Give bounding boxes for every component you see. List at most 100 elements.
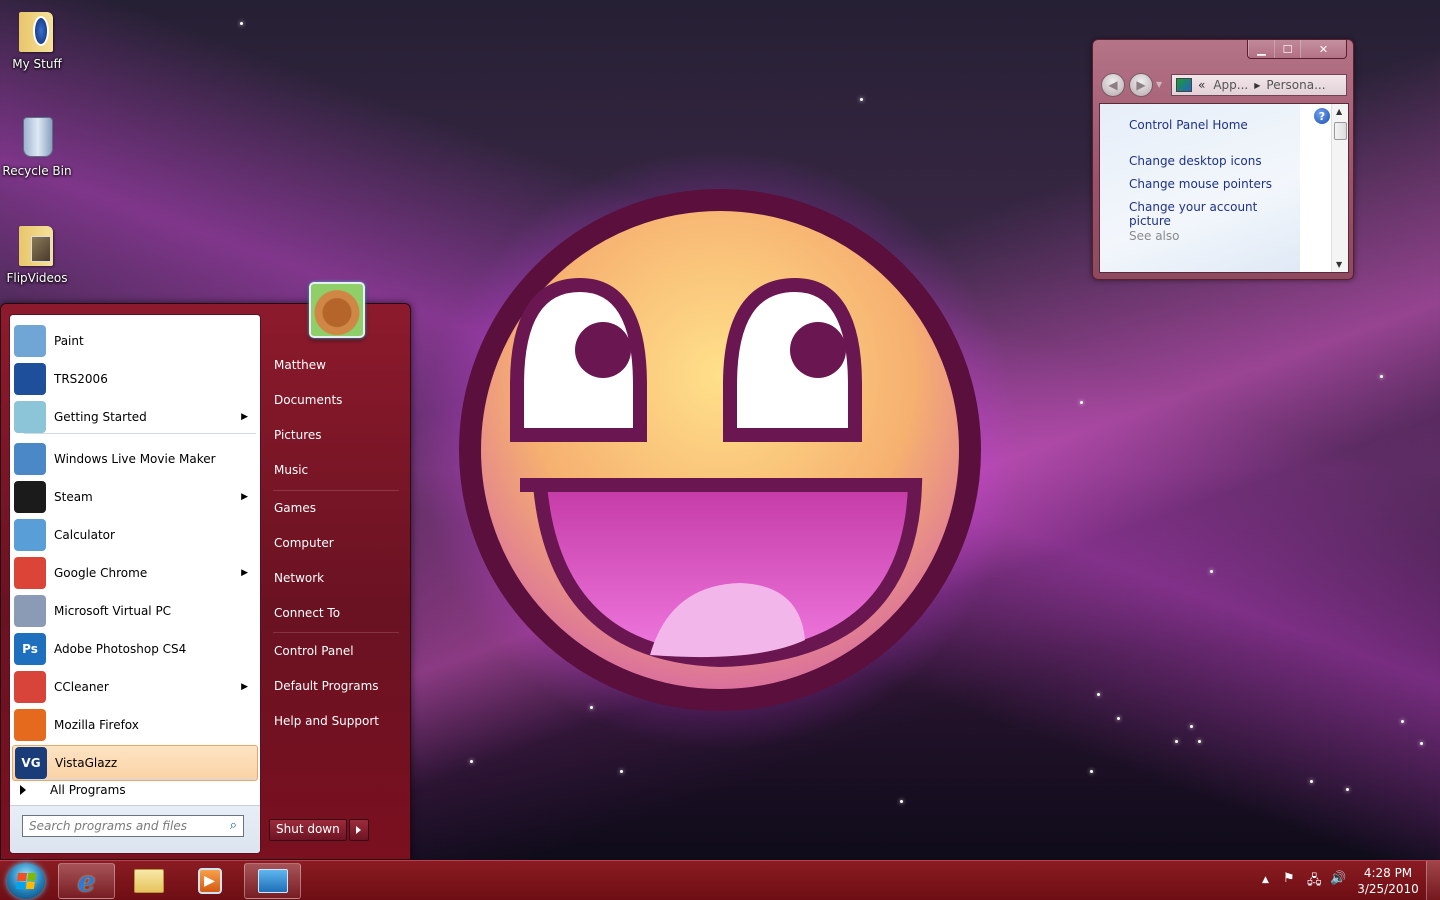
link-change-desktop-icons[interactable]: Change desktop icons bbox=[1129, 154, 1262, 168]
link-change-mouse-pointers[interactable]: Change mouse pointers bbox=[1129, 177, 1272, 191]
forward-button[interactable]: ▶ bbox=[1129, 73, 1153, 97]
start-link-help-and-support[interactable]: Help and Support bbox=[274, 714, 379, 728]
clock[interactable]: 4:28 PM 3/25/2010 bbox=[1350, 865, 1426, 897]
breadcrumb-overflow[interactable]: « bbox=[1198, 78, 1205, 92]
start-menu: Paint TRS2006 Getting Started ▶ Windows Live… bbox=[0, 282, 411, 860]
scroll-thumb[interactable] bbox=[1334, 122, 1347, 140]
star bbox=[240, 22, 243, 25]
start-link-matthew[interactable]: Matthew bbox=[274, 358, 326, 372]
program-label: Microsoft Virtual PC bbox=[54, 604, 172, 618]
search-placeholder: Search programs and files bbox=[29, 819, 187, 833]
program-item[interactable]: Mozilla Firefox bbox=[12, 707, 258, 743]
program-label: Steam bbox=[54, 490, 93, 504]
minimize-button[interactable]: ▁ bbox=[1248, 40, 1274, 58]
submenu-arrow-icon[interactable]: ▶ bbox=[241, 412, 248, 422]
breadcrumb-separator-icon: ▶ bbox=[1254, 80, 1261, 90]
search-icon[interactable]: ⌕ bbox=[230, 818, 237, 833]
arrow-right-icon bbox=[356, 826, 362, 834]
program-label: Getting Started bbox=[54, 410, 147, 424]
start-link-network[interactable]: Network bbox=[274, 571, 324, 585]
start-link-computer[interactable]: Computer bbox=[274, 536, 334, 550]
movie-maker-icon bbox=[14, 443, 46, 475]
star bbox=[1117, 717, 1120, 720]
star bbox=[1175, 740, 1178, 743]
start-link-games[interactable]: Games bbox=[274, 501, 316, 515]
user-avatar[interactable] bbox=[309, 282, 365, 338]
recent-pages-dropdown[interactable]: ▼ bbox=[1156, 80, 1162, 89]
volume-icon[interactable]: 🔊 bbox=[1330, 871, 1346, 886]
star bbox=[1190, 725, 1193, 728]
folder-icon bbox=[17, 220, 57, 268]
explorer-icon bbox=[133, 869, 164, 893]
divider bbox=[24, 779, 256, 780]
taskbar-control-panel[interactable] bbox=[244, 863, 301, 899]
program-label: VistaGlazz bbox=[55, 756, 118, 770]
ie-icon: e bbox=[77, 864, 96, 898]
vistaglazz-icon: VG bbox=[15, 747, 47, 779]
star bbox=[1310, 780, 1313, 783]
start-link-pictures[interactable]: Pictures bbox=[274, 428, 322, 442]
ccleaner-icon bbox=[14, 671, 46, 703]
show-hidden-icons-button[interactable]: ▲ bbox=[1262, 875, 1269, 885]
divider bbox=[273, 490, 399, 491]
all-programs-button[interactable]: All Programs bbox=[20, 783, 126, 797]
vertical-scrollbar[interactable]: ▲ ▼ bbox=[1331, 104, 1348, 272]
program-item[interactable]: Getting Started ▶ bbox=[12, 399, 258, 435]
address-bar[interactable]: « App... ▶ Persona... bbox=[1171, 74, 1347, 96]
photoshop-icon: Ps bbox=[14, 633, 46, 665]
program-label: Adobe Photoshop CS4 bbox=[54, 642, 187, 656]
submenu-arrow-icon[interactable]: ▶ bbox=[241, 492, 248, 502]
steam-icon bbox=[14, 481, 46, 513]
virtual-pc-icon bbox=[14, 595, 46, 627]
star bbox=[1210, 570, 1213, 573]
shutdown-options-button[interactable] bbox=[348, 819, 369, 841]
start-link-music[interactable]: Music bbox=[274, 463, 308, 477]
submenu-arrow-icon[interactable]: ▶ bbox=[241, 682, 248, 692]
help-icon[interactable]: ? bbox=[1314, 108, 1330, 124]
program-item[interactable]: Ps Adobe Photoshop CS4 bbox=[12, 631, 258, 667]
close-button[interactable]: ✕ bbox=[1300, 40, 1346, 58]
program-item[interactable]: Google Chrome ▶ bbox=[12, 555, 258, 591]
program-item[interactable]: VG VistaGlazz bbox=[12, 745, 258, 781]
start-link-connect-to[interactable]: Connect To bbox=[274, 606, 340, 620]
program-item[interactable]: Paint bbox=[12, 323, 258, 359]
action-center-flag-icon[interactable]: ⚑ bbox=[1283, 871, 1295, 886]
show-desktop-button[interactable] bbox=[1426, 861, 1440, 900]
desktop-icon-my-stuff[interactable]: My Stuff bbox=[2, 6, 72, 71]
start-link-control-panel[interactable]: Control Panel bbox=[274, 644, 354, 658]
submenu-arrow-icon[interactable]: ▶ bbox=[241, 568, 248, 578]
shutdown-button[interactable]: Shut down bbox=[269, 819, 347, 841]
star bbox=[1080, 401, 1083, 404]
link-change-account-picture[interactable]: Change your account picture bbox=[1129, 200, 1300, 228]
link-control-panel-home[interactable]: Control Panel Home bbox=[1129, 118, 1248, 132]
network-icon[interactable]: 🖧 bbox=[1307, 871, 1322, 893]
taskbar: e ▶ ▲ ⚑ 🖧 🔊 4:28 PM 3/25/2010 bbox=[0, 860, 1440, 900]
back-button[interactable]: ◀ bbox=[1101, 73, 1125, 97]
desktop-icon-flipvideos[interactable]: FlipVideos bbox=[2, 220, 72, 285]
start-button[interactable] bbox=[7, 863, 45, 899]
taskbar-windows-explorer[interactable] bbox=[120, 863, 177, 899]
program-item[interactable]: TRS2006 bbox=[12, 361, 258, 397]
program-item[interactable]: Windows Live Movie Maker bbox=[12, 441, 258, 477]
program-item[interactable]: CCleaner ▶ bbox=[12, 669, 258, 705]
breadcrumb-personalization[interactable]: Persona... bbox=[1266, 78, 1325, 92]
divider bbox=[273, 632, 399, 633]
search-area: Search programs and files ⌕ bbox=[10, 805, 260, 853]
program-label: Calculator bbox=[54, 528, 115, 542]
program-label: CCleaner bbox=[54, 680, 109, 694]
program-item[interactable]: Steam ▶ bbox=[12, 479, 258, 515]
taskbar-media-player[interactable]: ▶ bbox=[181, 863, 238, 899]
start-link-default-programs[interactable]: Default Programs bbox=[274, 679, 379, 693]
program-item[interactable]: Microsoft Virtual PC bbox=[12, 593, 258, 629]
desktop-icon-label: FlipVideos bbox=[6, 271, 68, 285]
scroll-up-icon[interactable]: ▲ bbox=[1336, 107, 1342, 116]
desktop-icon-recycle-bin[interactable]: Recycle Bin bbox=[2, 113, 72, 178]
breadcrumb-appearance[interactable]: App... bbox=[1213, 78, 1248, 92]
arrow-right-icon bbox=[20, 785, 26, 795]
scroll-down-icon[interactable]: ▼ bbox=[1336, 260, 1342, 269]
maximize-button[interactable]: ☐ bbox=[1274, 40, 1300, 58]
taskbar-internet-explorer[interactable]: e bbox=[58, 863, 115, 899]
search-input[interactable]: Search programs and files ⌕ bbox=[22, 815, 244, 837]
start-link-documents[interactable]: Documents bbox=[274, 393, 342, 407]
program-item[interactable]: Calculator bbox=[12, 517, 258, 553]
